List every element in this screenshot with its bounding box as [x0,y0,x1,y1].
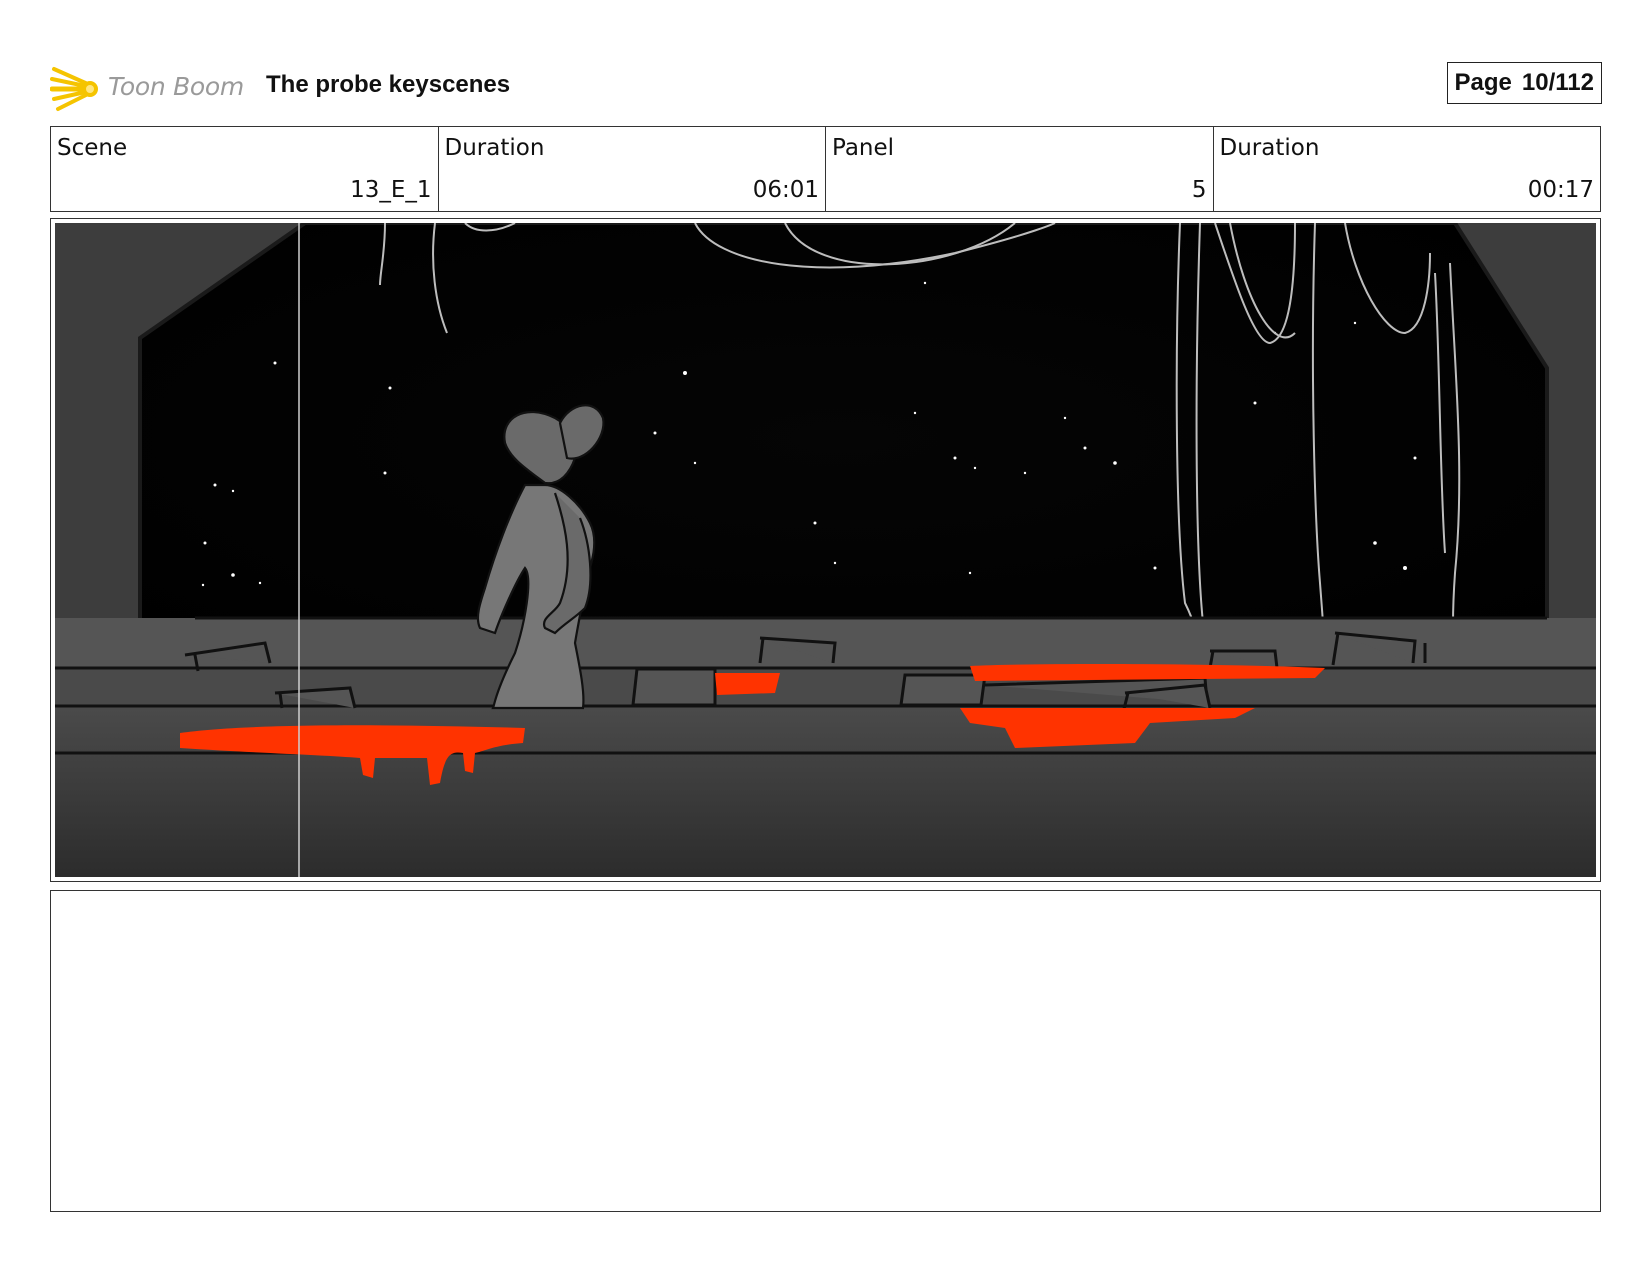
floor-middle [55,668,1596,708]
page-header: Toon Boom The probe keyscenes Page 10/112 [50,55,1602,115]
space-window [138,223,1549,655]
scene-duration-label: Duration [444,135,545,161]
panel-duration-cell: Duration 00:17 [1214,127,1601,211]
page-indicator: Page 10/112 [1446,62,1602,104]
toon-boom-logo: Toon Boom [50,59,250,115]
scene-cell: Scene 13_E_1 [51,127,439,211]
document-title: The probe keyscenes [266,71,511,98]
panel-duration-value: 00:17 [1527,177,1594,203]
scene-duration-cell: Duration 06:01 [439,127,826,211]
scene-value: 13_E_1 [350,177,432,203]
panel-value: 5 [1191,177,1207,203]
panel-duration-label: Duration [1219,135,1320,161]
panel-cell: Panel 5 [826,127,1214,211]
page-label: Page [1454,69,1512,96]
scene-info-table: Scene 13_E_1 Duration 06:01 Panel 5 Dura… [50,126,1601,212]
scene-duration-value: 06:01 [752,177,819,203]
scene-label: Scene [57,135,128,161]
logo-text: Toon Boom [108,72,244,101]
storyboard-panel [50,218,1601,882]
toon-boom-star-icon [50,67,98,111]
panel-notes-area [50,890,1601,1212]
panel-drawing [55,223,1596,877]
panel-label: Panel [832,135,895,161]
page-number: 10/112 [1521,69,1594,96]
